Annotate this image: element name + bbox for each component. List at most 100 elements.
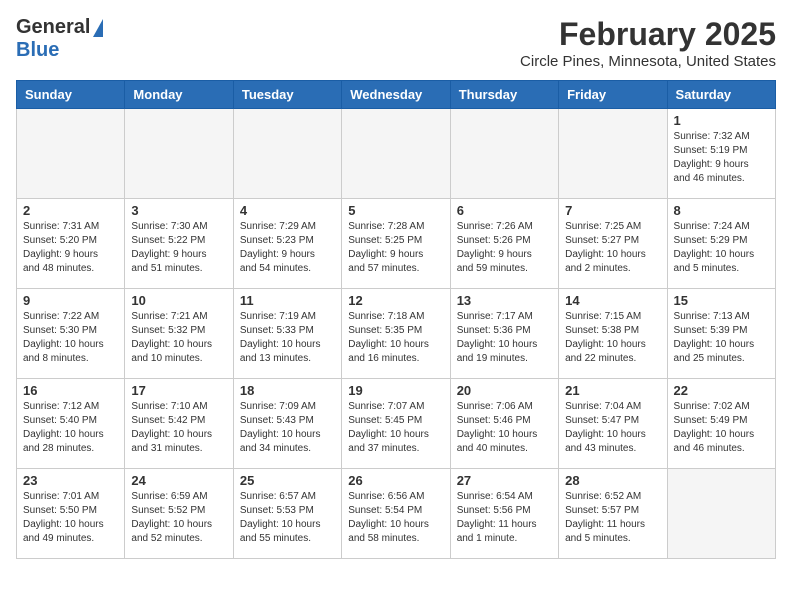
calendar-cell bbox=[17, 109, 125, 199]
calendar-cell: 22 Sunrise: 7:02 AM Sunset: 5:49 PM Dayli… bbox=[667, 379, 775, 469]
day-number: 22 bbox=[674, 383, 769, 398]
day-number: 9 bbox=[23, 293, 118, 308]
day-info: Sunrise: 7:26 AM Sunset: 5:26 PM Dayligh… bbox=[457, 220, 552, 276]
day-info: Sunrise: 7:17 AM Sunset: 5:36 PM Dayligh… bbox=[457, 310, 552, 366]
day-number: 23 bbox=[23, 473, 118, 488]
day-number: 2 bbox=[23, 203, 118, 218]
calendar-cell: 25 Sunrise: 6:57 AM Sunset: 5:53 PM Dayli… bbox=[233, 469, 341, 559]
day-info: Sunrise: 7:02 AM Sunset: 5:49 PM Dayligh… bbox=[674, 400, 769, 456]
day-number: 19 bbox=[348, 383, 443, 398]
day-info: Sunrise: 7:21 AM Sunset: 5:32 PM Dayligh… bbox=[131, 310, 226, 366]
calendar-cell bbox=[233, 109, 341, 199]
header-saturday: Saturday bbox=[667, 81, 775, 109]
calendar-cell: 20 Sunrise: 7:06 AM Sunset: 5:46 PM Dayli… bbox=[450, 379, 558, 469]
day-number: 8 bbox=[674, 203, 769, 218]
calendar-cell: 8 Sunrise: 7:24 AM Sunset: 5:29 PM Daylig… bbox=[667, 199, 775, 289]
calendar-cell bbox=[125, 109, 233, 199]
calendar-cell: 6 Sunrise: 7:26 AM Sunset: 5:26 PM Daylig… bbox=[450, 199, 558, 289]
calendar-cell: 10 Sunrise: 7:21 AM Sunset: 5:32 PM Dayli… bbox=[125, 289, 233, 379]
day-info: Sunrise: 6:54 AM Sunset: 5:56 PM Dayligh… bbox=[457, 490, 552, 546]
day-info: Sunrise: 6:57 AM Sunset: 5:53 PM Dayligh… bbox=[240, 490, 335, 546]
day-info: Sunrise: 6:56 AM Sunset: 5:54 PM Dayligh… bbox=[348, 490, 443, 546]
week-row-2: 2 Sunrise: 7:31 AM Sunset: 5:20 PM Daylig… bbox=[17, 199, 776, 289]
week-row-1: 1 Sunrise: 7:32 AM Sunset: 5:19 PM Daylig… bbox=[17, 109, 776, 199]
day-number: 17 bbox=[131, 383, 226, 398]
calendar-cell: 21Sunrise: 7:04 AM Sunset: 5:47 PM Dayli… bbox=[559, 379, 667, 469]
calendar-title: February 2025 bbox=[520, 16, 776, 53]
calendar-cell: 13Sunrise: 7:17 AM Sunset: 5:36 PM Dayli… bbox=[450, 289, 558, 379]
day-info: Sunrise: 7:18 AM Sunset: 5:35 PM Dayligh… bbox=[348, 310, 443, 366]
day-number: 15 bbox=[674, 293, 769, 308]
calendar-cell: 16 Sunrise: 7:12 AM Sunset: 5:40 PM Dayli… bbox=[17, 379, 125, 469]
day-info: Sunrise: 7:15 AM Sunset: 5:38 PM Dayligh… bbox=[565, 310, 660, 366]
header-monday: Monday bbox=[125, 81, 233, 109]
day-info: Sunrise: 7:30 AM Sunset: 5:22 PM Dayligh… bbox=[131, 220, 226, 276]
calendar-cell: 15 Sunrise: 7:13 AM Sunset: 5:39 PM Dayli… bbox=[667, 289, 775, 379]
day-number: 16 bbox=[23, 383, 118, 398]
header-wednesday: Wednesday bbox=[342, 81, 450, 109]
day-info: Sunrise: 7:04 AM Sunset: 5:47 PM Dayligh… bbox=[565, 400, 660, 456]
calendar-cell: 9 Sunrise: 7:22 AM Sunset: 5:30 PM Daylig… bbox=[17, 289, 125, 379]
calendar-cell bbox=[342, 109, 450, 199]
day-number: 14 bbox=[565, 293, 660, 308]
day-info: Sunrise: 7:32 AM Sunset: 5:19 PM Dayligh… bbox=[674, 130, 769, 186]
day-info: Sunrise: 7:24 AM Sunset: 5:29 PM Dayligh… bbox=[674, 220, 769, 276]
week-row-3: 9 Sunrise: 7:22 AM Sunset: 5:30 PM Daylig… bbox=[17, 289, 776, 379]
day-number: 7 bbox=[565, 203, 660, 218]
day-number: 20 bbox=[457, 383, 552, 398]
day-number: 24 bbox=[131, 473, 226, 488]
day-number: 12 bbox=[348, 293, 443, 308]
calendar-table: SundayMondayTuesdayWednesdayThursdayFrid… bbox=[16, 80, 776, 559]
day-info: Sunrise: 7:12 AM Sunset: 5:40 PM Dayligh… bbox=[23, 400, 118, 456]
calendar-cell bbox=[559, 109, 667, 199]
calendar-cell: 7 Sunrise: 7:25 AM Sunset: 5:27 PM Daylig… bbox=[559, 199, 667, 289]
day-info: Sunrise: 7:06 AM Sunset: 5:46 PM Dayligh… bbox=[457, 400, 552, 456]
day-info: Sunrise: 7:19 AM Sunset: 5:33 PM Dayligh… bbox=[240, 310, 335, 366]
day-number: 18 bbox=[240, 383, 335, 398]
calendar-cell: 12 Sunrise: 7:18 AM Sunset: 5:35 PM Dayli… bbox=[342, 289, 450, 379]
calendar-subtitle: Circle Pines, Minnesota, United States bbox=[520, 53, 776, 70]
day-number: 25 bbox=[240, 473, 335, 488]
day-info: Sunrise: 6:59 AM Sunset: 5:52 PM Dayligh… bbox=[131, 490, 226, 546]
header-friday: Friday bbox=[559, 81, 667, 109]
logo-blue-text: Blue bbox=[16, 39, 59, 61]
day-number: 5 bbox=[348, 203, 443, 218]
day-number: 10 bbox=[131, 293, 226, 308]
logo-triangle-icon bbox=[93, 19, 103, 37]
calendar-cell bbox=[667, 469, 775, 559]
calendar-cell: 28Sunrise: 6:52 AM Sunset: 5:57 PM Dayli… bbox=[559, 469, 667, 559]
header-thursday: Thursday bbox=[450, 81, 558, 109]
header-sunday: Sunday bbox=[17, 81, 125, 109]
calendar-cell: 19 Sunrise: 7:07 AM Sunset: 5:45 PM Dayli… bbox=[342, 379, 450, 469]
calendar-cell bbox=[450, 109, 558, 199]
calendar-cell: 24 Sunrise: 6:59 AM Sunset: 5:52 PM Dayli… bbox=[125, 469, 233, 559]
calendar-cell: 26 Sunrise: 6:56 AM Sunset: 5:54 PM Dayli… bbox=[342, 469, 450, 559]
calendar-cell: 1 Sunrise: 7:32 AM Sunset: 5:19 PM Daylig… bbox=[667, 109, 775, 199]
day-info: Sunrise: 7:09 AM Sunset: 5:43 PM Dayligh… bbox=[240, 400, 335, 456]
day-number: 3 bbox=[131, 203, 226, 218]
day-info: Sunrise: 6:52 AM Sunset: 5:57 PM Dayligh… bbox=[565, 490, 660, 546]
day-info: Sunrise: 7:10 AM Sunset: 5:42 PM Dayligh… bbox=[131, 400, 226, 456]
day-info: Sunrise: 7:01 AM Sunset: 5:50 PM Dayligh… bbox=[23, 490, 118, 546]
calendar-cell: 11 Sunrise: 7:19 AM Sunset: 5:33 PM Dayli… bbox=[233, 289, 341, 379]
calendar-cell: 18 Sunrise: 7:09 AM Sunset: 5:43 PM Dayli… bbox=[233, 379, 341, 469]
day-number: 11 bbox=[240, 293, 335, 308]
logo: General Blue bbox=[16, 16, 103, 62]
day-number: 26 bbox=[348, 473, 443, 488]
page-header: General Blue February 2025 Circle Pines,… bbox=[16, 16, 776, 70]
week-row-5: 23 Sunrise: 7:01 AM Sunset: 5:50 PM Dayli… bbox=[17, 469, 776, 559]
calendar-cell: 23 Sunrise: 7:01 AM Sunset: 5:50 PM Dayli… bbox=[17, 469, 125, 559]
day-info: Sunrise: 7:28 AM Sunset: 5:25 PM Dayligh… bbox=[348, 220, 443, 276]
day-info: Sunrise: 7:22 AM Sunset: 5:30 PM Dayligh… bbox=[23, 310, 118, 366]
day-number: 1 bbox=[674, 113, 769, 128]
week-row-4: 16 Sunrise: 7:12 AM Sunset: 5:40 PM Dayli… bbox=[17, 379, 776, 469]
calendar-cell: 17 Sunrise: 7:10 AM Sunset: 5:42 PM Dayli… bbox=[125, 379, 233, 469]
day-number: 6 bbox=[457, 203, 552, 218]
calendar-header-row: SundayMondayTuesdayWednesdayThursdayFrid… bbox=[17, 81, 776, 109]
day-info: Sunrise: 7:31 AM Sunset: 5:20 PM Dayligh… bbox=[23, 220, 118, 276]
calendar-cell: 27Sunrise: 6:54 AM Sunset: 5:56 PM Dayli… bbox=[450, 469, 558, 559]
calendar-cell: 14 Sunrise: 7:15 AM Sunset: 5:38 PM Dayli… bbox=[559, 289, 667, 379]
day-info: Sunrise: 7:25 AM Sunset: 5:27 PM Dayligh… bbox=[565, 220, 660, 276]
day-info: Sunrise: 7:13 AM Sunset: 5:39 PM Dayligh… bbox=[674, 310, 769, 366]
day-info: Sunrise: 7:07 AM Sunset: 5:45 PM Dayligh… bbox=[348, 400, 443, 456]
